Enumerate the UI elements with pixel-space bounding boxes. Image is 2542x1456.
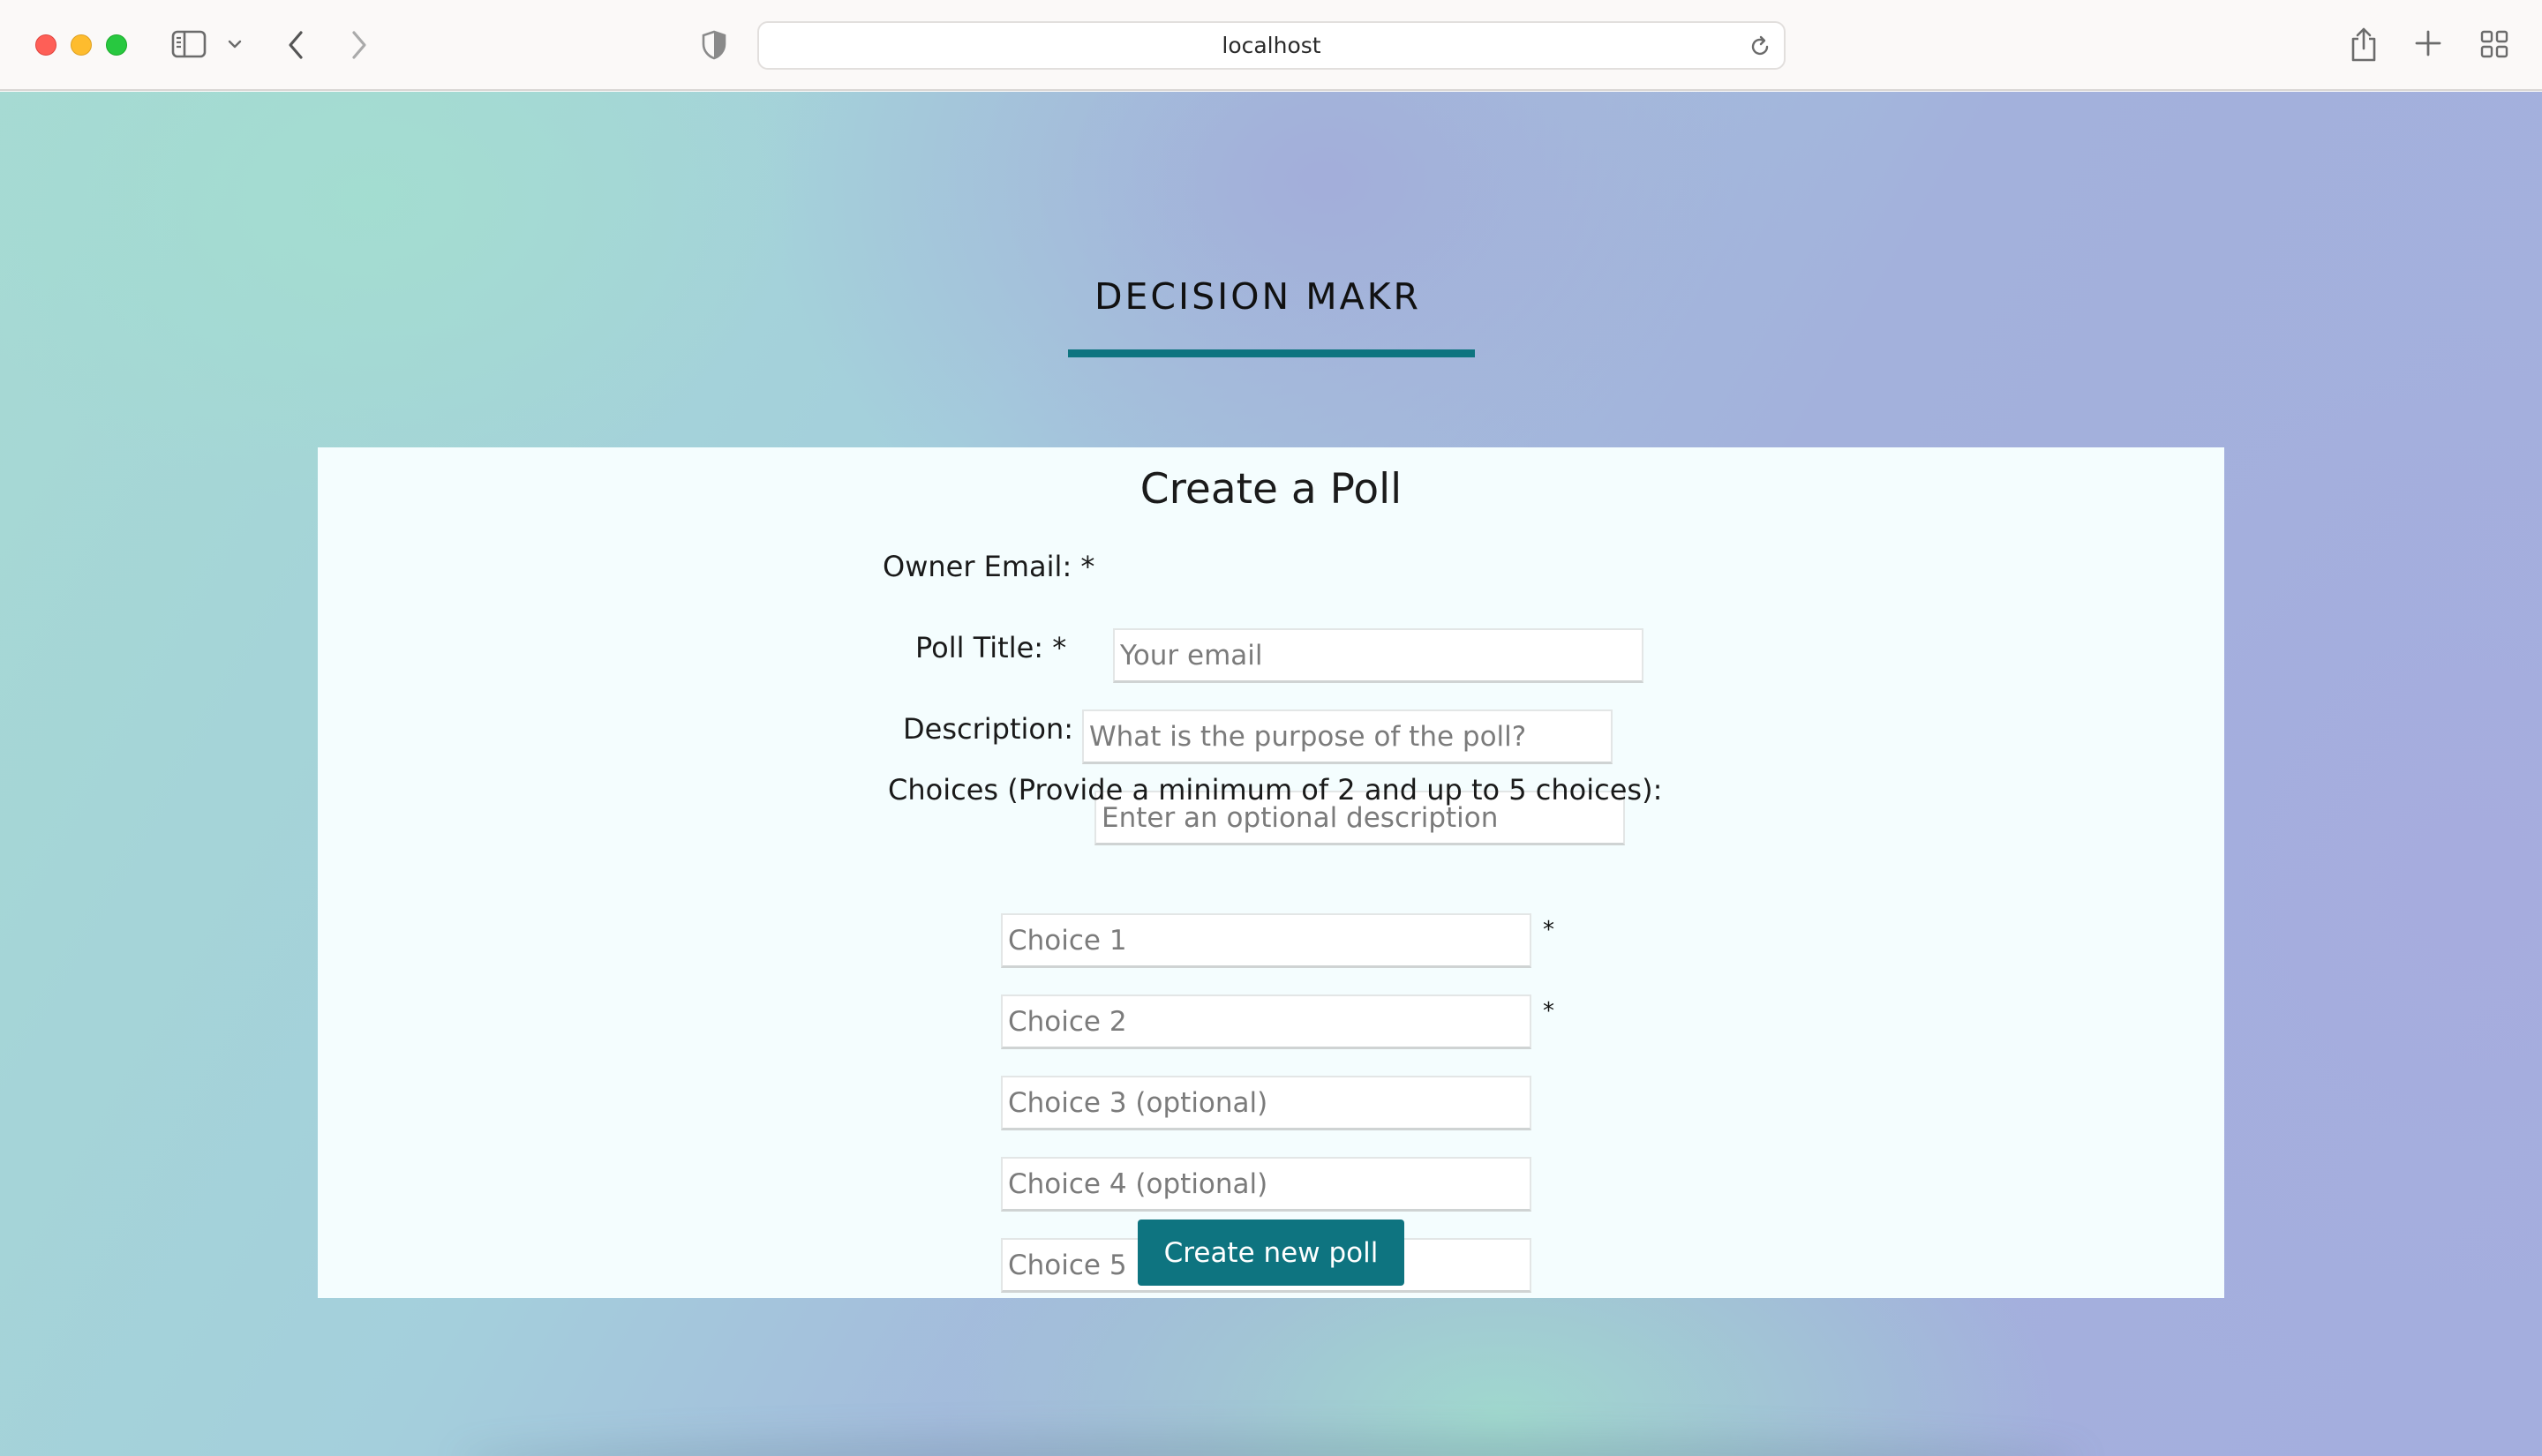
zoom-window-button[interactable] — [106, 34, 127, 56]
poll-title-field[interactable] — [1082, 709, 1613, 764]
create-poll-form: Create a Poll Owner Email: * Poll Title:… — [318, 447, 2224, 1298]
sidebar-toggle-icon[interactable] — [171, 30, 207, 58]
form-title: Create a Poll — [1139, 465, 1403, 514]
poll-title-label: Poll Title: * — [915, 631, 1067, 664]
choice-1-field[interactable] — [1001, 913, 1531, 968]
chevron-down-icon[interactable] — [228, 39, 242, 49]
choice-3-field[interactable] — [1001, 1076, 1531, 1130]
choice-4-field[interactable] — [1001, 1157, 1531, 1212]
choices-label: Choices (Provide a minimum of 2 and up t… — [888, 773, 1663, 807]
create-poll-button[interactable]: Create new poll — [1138, 1220, 1404, 1286]
choice-2-field[interactable] — [1001, 994, 1531, 1049]
brand-underline — [1068, 349, 1475, 357]
page-viewport: DECISION MAKR Create a Poll Owner Email:… — [0, 92, 2542, 1456]
forward-icon[interactable] — [350, 30, 369, 60]
share-icon[interactable] — [2350, 26, 2378, 62]
choice-1-required-mark: * — [1543, 917, 1554, 943]
privacy-shield-icon[interactable] — [701, 30, 727, 60]
description-label: Description: — [903, 712, 1074, 746]
address-bar[interactable]: localhost — [757, 21, 1786, 70]
back-icon[interactable] — [286, 30, 305, 60]
reload-icon[interactable] — [1749, 35, 1771, 62]
browser-toolbar: localhost — [0, 0, 2542, 91]
owner-email-field[interactable] — [1113, 628, 1643, 683]
tab-overview-icon[interactable] — [2480, 30, 2508, 58]
owner-email-label: Owner Email: * — [883, 550, 1095, 583]
brand-title: DECISION MAKR — [1094, 275, 1422, 318]
decorative-shadow — [459, 1433, 2083, 1456]
minimize-window-button[interactable] — [71, 34, 92, 56]
close-window-button[interactable] — [35, 34, 56, 56]
choice-2-required-mark: * — [1543, 998, 1554, 1024]
new-tab-icon[interactable] — [2415, 30, 2441, 56]
address-url: localhost — [1222, 33, 1321, 58]
